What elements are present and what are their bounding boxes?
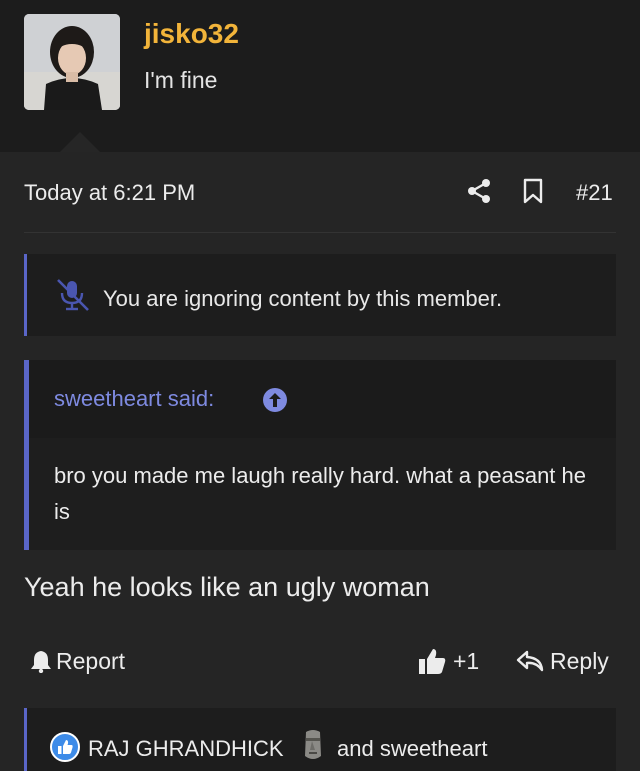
quote-header: sweetheart said:: [29, 360, 616, 438]
like-count: +1: [453, 647, 480, 674]
ignored-notice: You are ignoring content by this member.: [24, 254, 616, 336]
bookmark-icon[interactable]: [522, 178, 544, 204]
ignored-text: You are ignoring content by this member.: [103, 286, 503, 311]
post-number[interactable]: #21: [576, 180, 613, 206]
post-message: Yeah he looks like an ugly woman: [24, 572, 430, 602]
quote-author[interactable]: sweetheart said:: [54, 386, 214, 412]
report-label: Report: [56, 647, 126, 674]
quote-block: sweetheart said: bro you made me laugh r…: [24, 360, 616, 550]
moai-icon: [305, 730, 321, 759]
username[interactable]: jisko32: [144, 18, 239, 50]
muted-mic-icon: [57, 279, 89, 311]
divider: [24, 232, 616, 233]
reply-arrow-icon: [516, 650, 544, 672]
bell-icon: [31, 651, 51, 673]
reactions-bar[interactable]: RAJ GHRANDHICK and sweetheart: [24, 708, 616, 771]
like-button[interactable]: +1: [417, 646, 479, 676]
thumbs-up-icon: [419, 649, 446, 674]
arrow-up-circle-icon[interactable]: [262, 387, 288, 413]
post: Today at 6:21 PM #21 You are ignoring co…: [0, 152, 640, 771]
reply-label: Reply: [550, 647, 609, 674]
user-header: jisko32 I'm fine: [0, 0, 640, 152]
avatar-photo: [24, 14, 120, 110]
quote-text: bro you made me laugh really hard. what …: [54, 463, 586, 524]
like-badge-icon: [50, 732, 80, 762]
post-date[interactable]: Today at 6:21 PM: [24, 180, 195, 206]
user-title: I'm fine: [144, 67, 218, 93]
reply-button[interactable]: Reply: [516, 646, 609, 676]
report-button[interactable]: Report: [30, 646, 125, 676]
reaction-user[interactable]: RAJ GHRANDHICK: [88, 736, 284, 762]
header-pointer: [60, 132, 100, 152]
reaction-others[interactable]: and sweetheart: [337, 736, 487, 762]
avatar[interactable]: [24, 14, 120, 110]
share-icon[interactable]: [466, 178, 492, 204]
